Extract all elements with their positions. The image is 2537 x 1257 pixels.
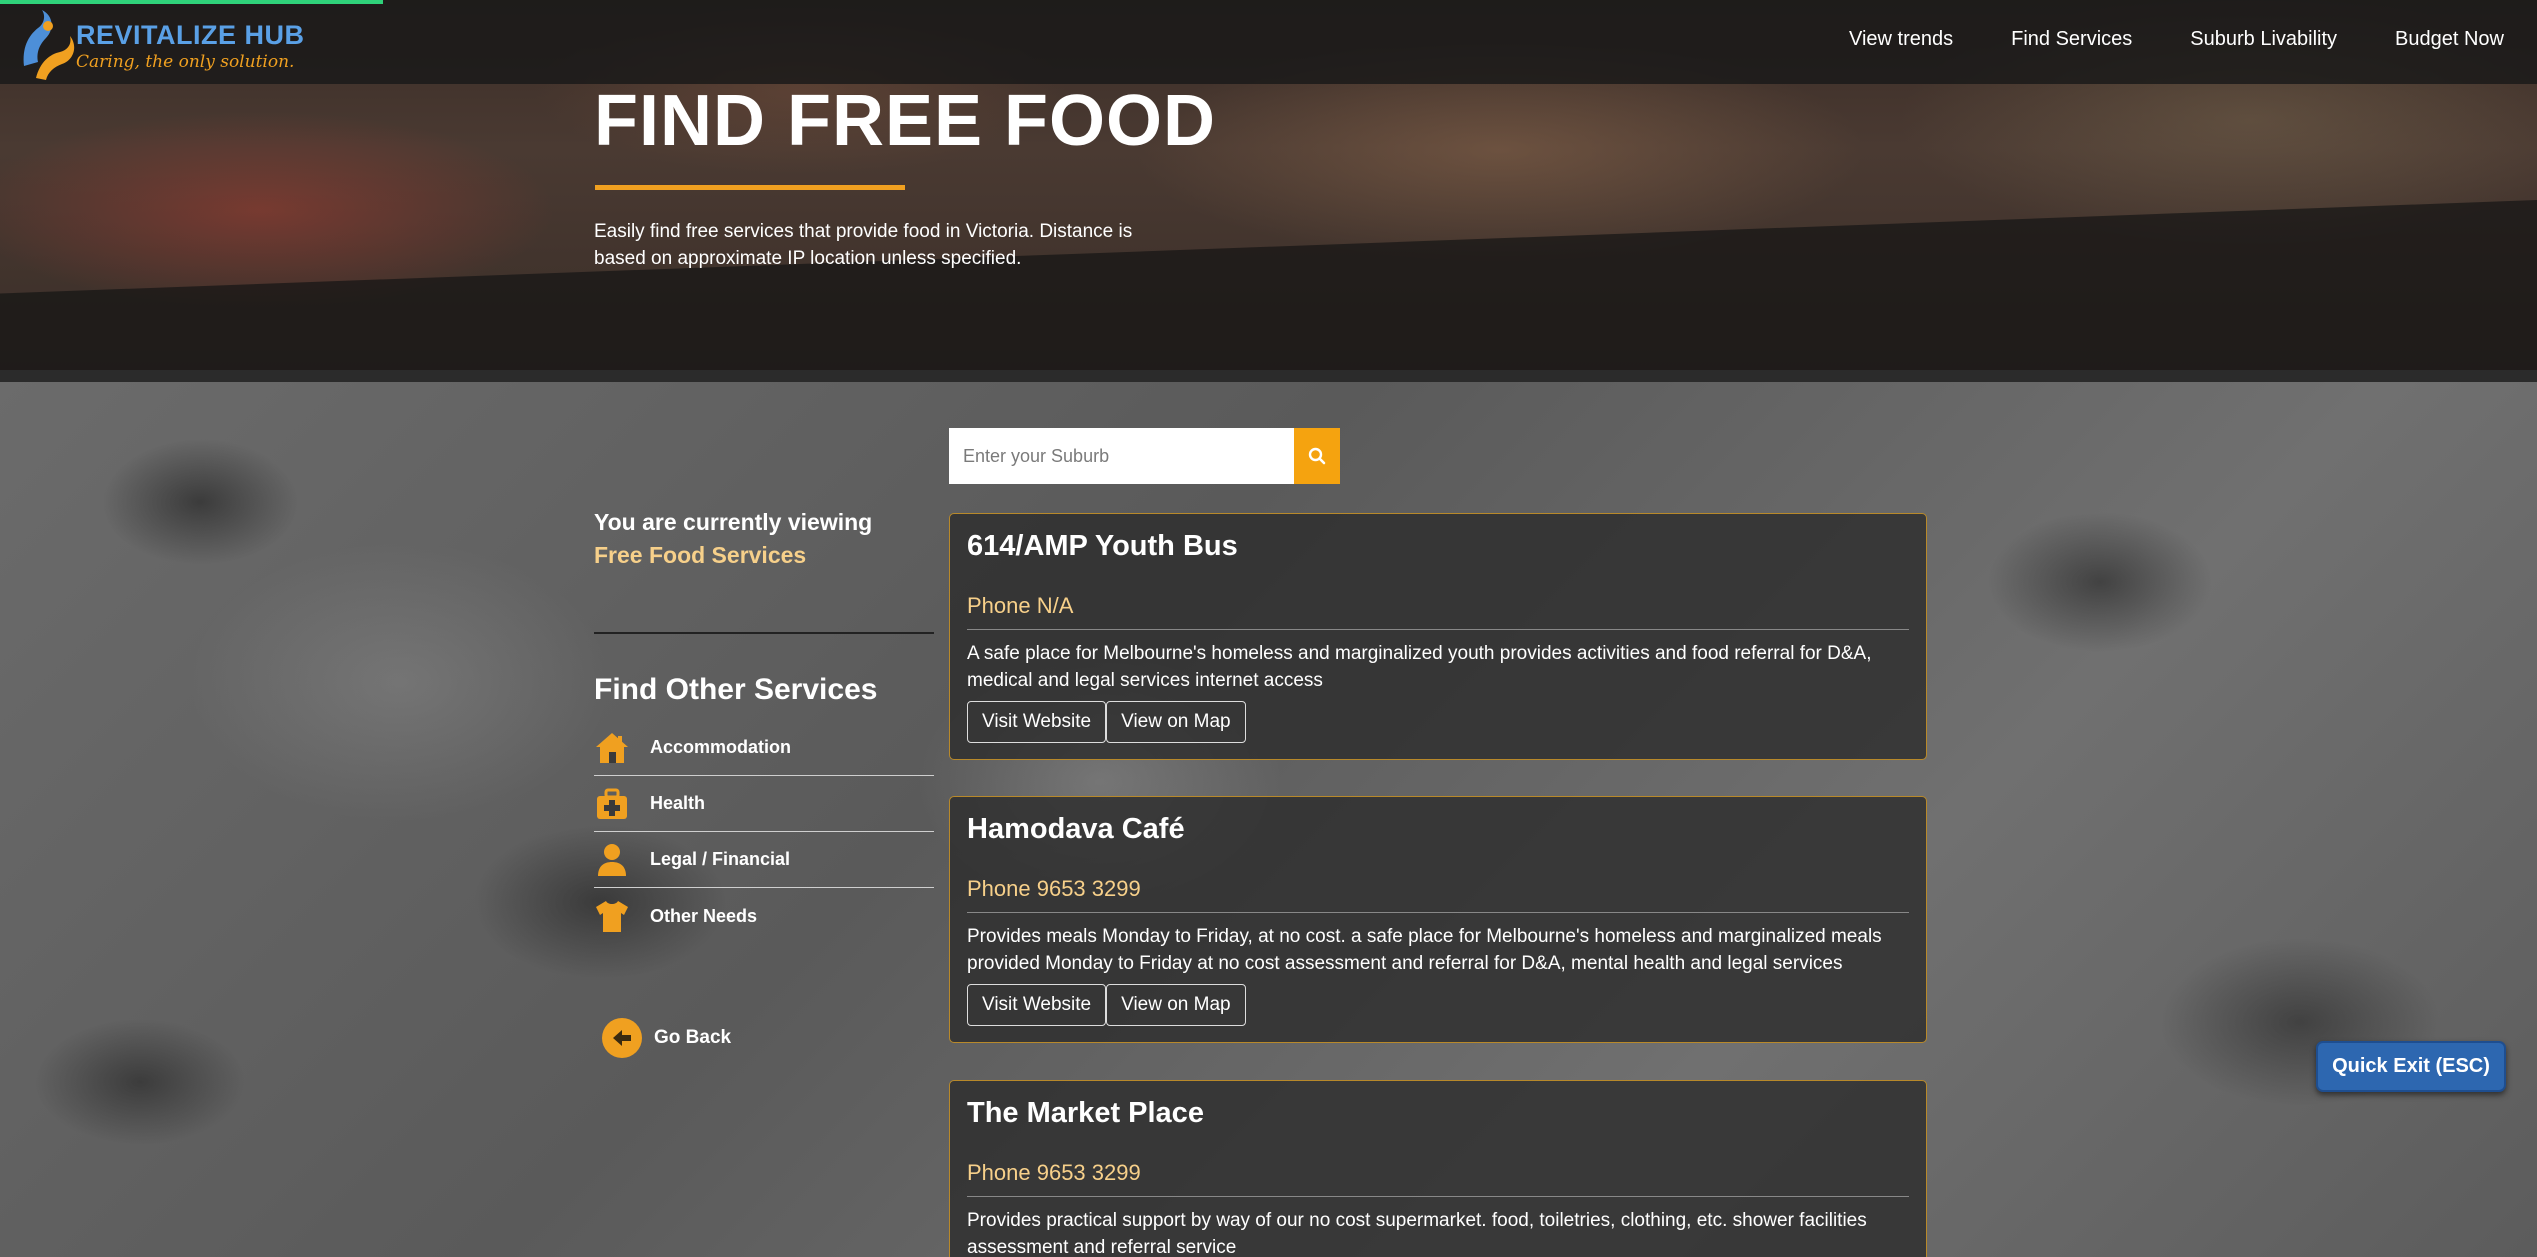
sidebar-divider [594, 632, 934, 634]
go-back-link[interactable]: Go Back [602, 1018, 731, 1058]
service-phone: Phone 9653 3299 [967, 876, 1909, 913]
go-back-label: Go Back [654, 1027, 732, 1048]
current-category-prefix: You are currently viewing [594, 509, 873, 535]
service-name: 614/AMP Youth Bus [967, 530, 1238, 562]
service-link-legal-financial[interactable]: Legal / Financial [594, 832, 934, 888]
suburb-search-input[interactable] [949, 428, 1294, 484]
service-description: Provides practical support by way of our… [967, 1210, 1867, 1257]
hero-divider [0, 370, 2537, 382]
service-label: Health [650, 793, 706, 813]
nav-view-trends[interactable]: View trends [1849, 28, 1953, 51]
service-phone: Phone 9653 3299 [967, 1160, 1909, 1197]
other-services-list: Accommodation Health Legal / Financial O… [594, 720, 934, 944]
brand-logo[interactable]: REVITALIZE HUB Caring, the only solution… [18, 6, 318, 82]
service-link-health[interactable]: Health [594, 776, 934, 832]
top-navbar: REVITALIZE HUB Caring, the only solution… [0, 0, 2537, 84]
service-link-other-needs[interactable]: Other Needs [594, 888, 934, 944]
title-underline [595, 185, 905, 190]
view-on-map-button[interactable]: View on Map [1106, 701, 1246, 743]
current-category-value: Free Food Services [594, 542, 807, 568]
nav-suburb-livability[interactable]: Suburb Livability [2190, 28, 2337, 51]
page-intro: Easily find free services that provide f… [594, 221, 1133, 269]
view-on-map-button[interactable]: View on Map [1106, 984, 1246, 1026]
hands-logo-icon [23, 10, 75, 80]
service-label: Accommodation [650, 737, 792, 757]
search-icon [1308, 447, 1326, 465]
service-description: Provides meals Monday to Friday, at no c… [967, 926, 1882, 974]
brand-name: REVITALIZE HUB [76, 20, 305, 50]
service-name: Hamodava Café [967, 813, 1185, 845]
service-card: Hamodava Café Phone 9653 3299 Provides m… [949, 796, 1927, 1043]
card-actions: Visit Website View on Map [967, 701, 1909, 743]
nav-budget-now[interactable]: Budget Now [2395, 28, 2504, 51]
search-button[interactable] [1294, 428, 1340, 484]
arrow-left-icon [602, 1018, 642, 1058]
quick-exit-button[interactable]: Quick Exit (ESC) [2316, 1041, 2506, 1092]
service-card: 614/AMP Youth Bus Phone N/A A safe place… [949, 513, 1927, 760]
page-title: FIND FREE FOOD [594, 81, 1216, 161]
service-description: A safe place for Melbourne's homeless an… [967, 643, 1872, 691]
service-label: Legal / Financial [650, 849, 791, 869]
house-icon [596, 732, 628, 763]
page-progress-bar [0, 0, 383, 4]
main-nav: View trends Find Services Suburb Livabil… [1849, 28, 2504, 51]
current-category: You are currently viewing Free Food Serv… [594, 506, 872, 572]
person-icon [598, 843, 626, 876]
other-services-title: Find Other Services [594, 673, 878, 706]
visit-website-button[interactable]: Visit Website [967, 701, 1107, 743]
service-phone: Phone N/A [967, 593, 1909, 630]
visit-website-button[interactable]: Visit Website [967, 984, 1107, 1026]
first-aid-kit-icon [597, 788, 627, 819]
nav-find-services[interactable]: Find Services [2011, 28, 2132, 51]
service-name: The Market Place [967, 1097, 1204, 1129]
service-card: The Market Place Phone 9653 3299 Provide… [949, 1080, 1927, 1257]
service-label: Other Needs [650, 905, 758, 926]
service-link-accommodation[interactable]: Accommodation [594, 720, 934, 776]
brand-tagline: Caring, the only solution. [76, 52, 295, 72]
shirt-icon [596, 901, 628, 932]
card-actions: Visit Website View on Map [967, 984, 1909, 1026]
